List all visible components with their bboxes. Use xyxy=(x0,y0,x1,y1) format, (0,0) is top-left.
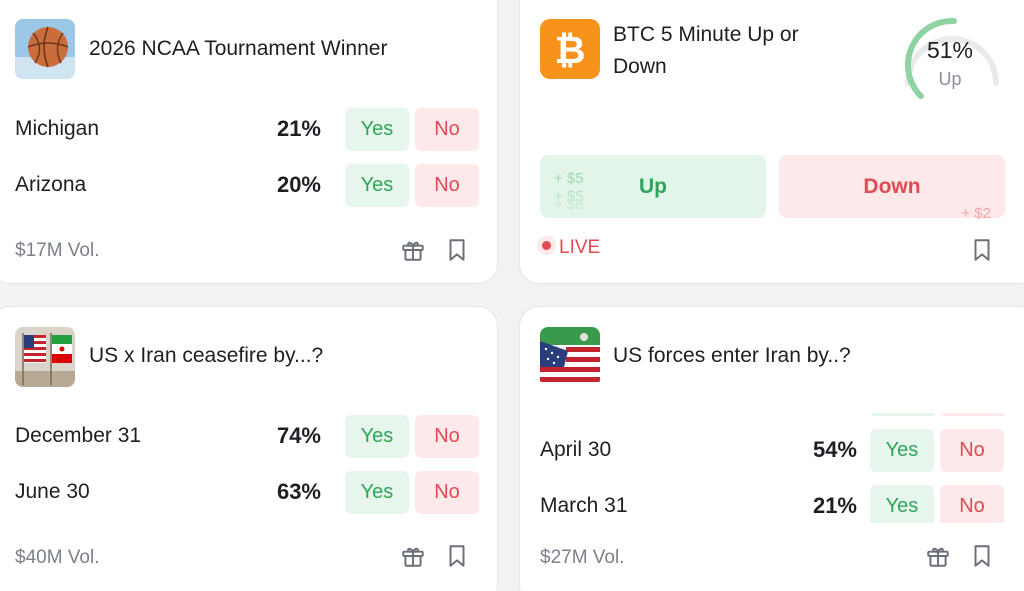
outcome-label: Michigan xyxy=(15,117,100,140)
volume-label: $27M Vol. xyxy=(540,547,625,568)
gift-icon[interactable] xyxy=(400,237,426,263)
market-title[interactable]: US x Iran ceasefire by...? xyxy=(89,340,323,372)
svg-text:₿: ₿ xyxy=(555,28,586,72)
gauge-label: Up xyxy=(938,69,962,89)
outcome-row[interactable]: Michigan 21% Yes No xyxy=(15,108,481,152)
outcome-row[interactable]: Arizona 20% Yes No xyxy=(15,164,481,208)
outcome-row[interactable]: December 31 74% Yes No xyxy=(15,415,481,459)
no-button[interactable]: No xyxy=(415,108,479,151)
live-dot-icon xyxy=(542,241,551,251)
bitcoin-icon: ₿ xyxy=(540,19,600,79)
no-button[interactable]: No xyxy=(415,471,479,514)
market-title[interactable]: BTC 5 Minute Up or Down xyxy=(613,19,843,83)
live-label: LIVE xyxy=(559,237,601,258)
gift-icon[interactable] xyxy=(925,543,951,569)
yes-button[interactable]: Yes xyxy=(345,108,409,151)
market-title[interactable]: 2026 NCAA Tournament Winner xyxy=(89,33,387,65)
yes-button[interactable]: Yes xyxy=(345,471,409,514)
yes-button[interactable]: Yes xyxy=(345,164,409,207)
gift-icon[interactable] xyxy=(400,543,426,569)
gauge-percent: 51% xyxy=(926,37,974,63)
bookmark-icon[interactable] xyxy=(969,543,995,569)
yes-button[interactable]: Yes xyxy=(870,429,934,472)
down-button[interactable]: Down + $2 xyxy=(779,155,1005,222)
outcome-label: Arizona xyxy=(15,173,87,196)
yes-button[interactable]: Yes xyxy=(345,415,409,458)
no-button[interactable]: No xyxy=(415,164,479,207)
float-amount: + $5 xyxy=(554,170,584,187)
outcome-row[interactable]: April 30 54% Yes No xyxy=(540,429,1006,473)
outcome-label: June 30 xyxy=(15,480,90,503)
basketball-icon xyxy=(15,19,75,79)
volume-label: $40M Vol. xyxy=(15,547,100,568)
outcome-row[interactable]: June 30 63% Yes No xyxy=(15,471,481,515)
outcome-percent: 20% xyxy=(276,172,321,197)
market-card-ncaa[interactable]: 2026 NCAA Tournament Winner Michigan 21%… xyxy=(0,0,498,284)
market-title[interactable]: US forces enter Iran by..? xyxy=(613,340,851,372)
scrolled-row-edge xyxy=(871,413,1005,419)
probability-gauge: 51% Up xyxy=(900,13,1004,103)
market-card-us-forces[interactable]: US forces enter Iran by..? April 30 54% … xyxy=(519,306,1024,591)
no-button[interactable]: No xyxy=(940,429,1004,472)
down-label: Down xyxy=(863,175,921,198)
bookmark-icon[interactable] xyxy=(444,543,470,569)
outcome-row[interactable]: March 31 21% Yes No xyxy=(540,485,1006,523)
outcome-label: December 31 xyxy=(15,424,142,447)
outcome-label: April 30 xyxy=(540,438,612,461)
outcome-percent: 21% xyxy=(276,116,321,141)
volume-label: $17M Vol. xyxy=(15,240,100,261)
no-button[interactable]: No xyxy=(415,415,479,458)
outcome-percent: 74% xyxy=(276,423,321,448)
market-card-ceasefire[interactable]: US x Iran ceasefire by...? December 31 7… xyxy=(0,306,498,591)
market-card-btc[interactable]: ₿ BTC 5 Minute Up or Down 51% Up Up + $5… xyxy=(519,0,1024,284)
yes-button[interactable]: Yes xyxy=(870,485,934,523)
outcome-percent: 21% xyxy=(812,493,857,518)
up-button[interactable]: Up + $5 + $5 + $8 xyxy=(540,155,766,218)
live-indicator: LIVE xyxy=(542,237,600,259)
float-amount: + $8 xyxy=(554,196,584,213)
outcome-percent: 54% xyxy=(812,437,857,462)
us-iran-flags-icon xyxy=(15,327,75,387)
no-button[interactable]: No xyxy=(940,485,1004,523)
bookmark-icon[interactable] xyxy=(969,237,995,263)
us-iran-flag-blend-icon xyxy=(540,327,600,387)
outcome-label: March 31 xyxy=(540,494,628,517)
bookmark-icon[interactable] xyxy=(444,237,470,263)
up-label: Up xyxy=(639,175,667,198)
outcome-percent: 63% xyxy=(276,479,321,504)
float-amount: + $2 xyxy=(961,205,991,222)
